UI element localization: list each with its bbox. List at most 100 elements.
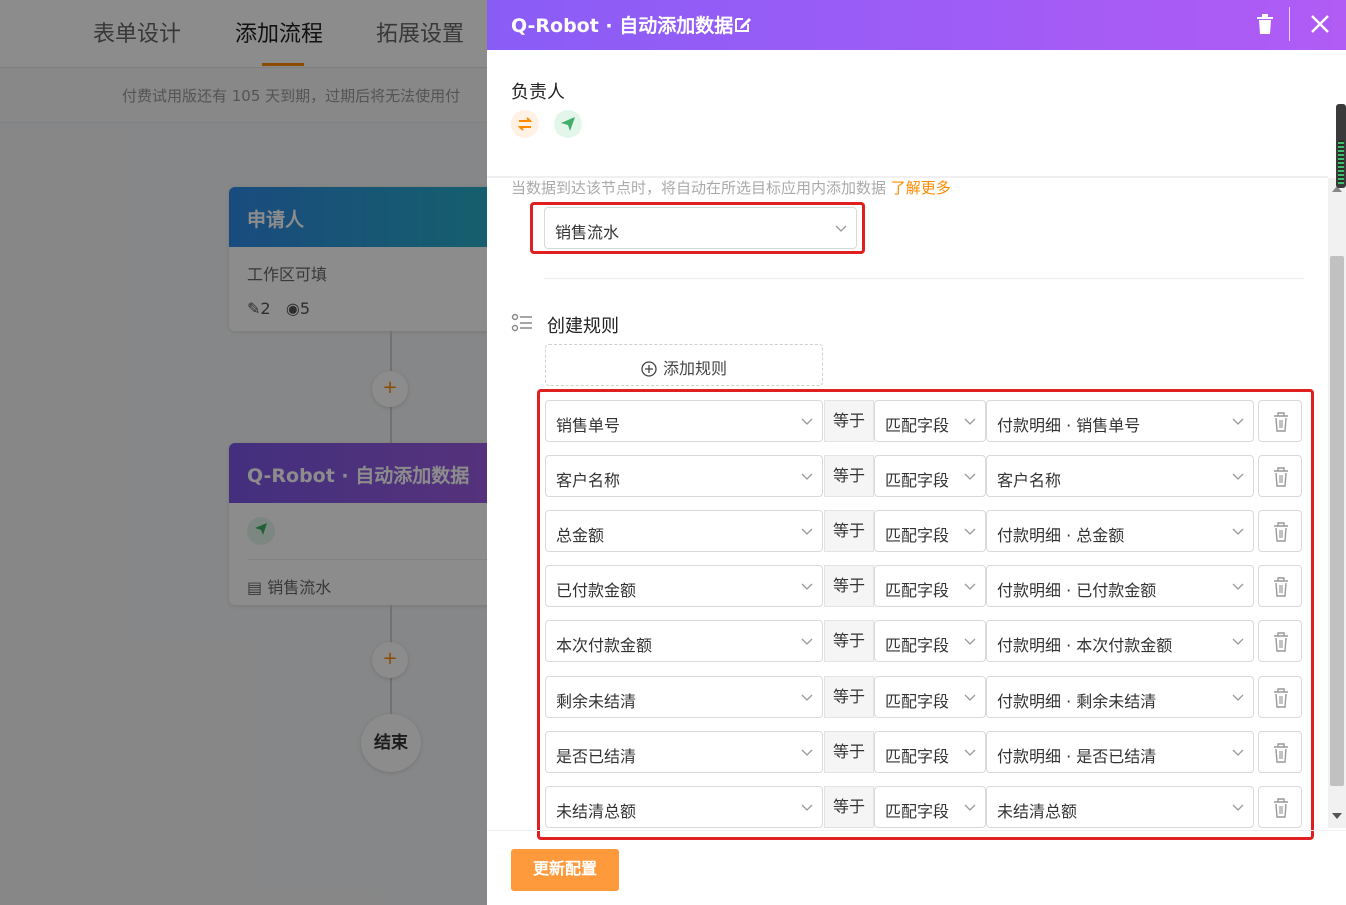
add-rule-label: 添加规则 [662, 359, 727, 378]
rule-type-select[interactable]: 匹配字段 [874, 675, 986, 718]
chevron-down-icon [964, 528, 976, 536]
chevron-down-icon [1232, 418, 1244, 425]
rule-value-select[interactable]: 付款明细 · 本次付款金额 [986, 620, 1254, 663]
robot-description: 当数据到达该节点时，将自动在所选目标应用内添加数据 了解更多 [511, 179, 951, 197]
delete-rule-button[interactable] [1258, 620, 1302, 663]
chevron-down-icon [801, 528, 813, 536]
trash-icon [1274, 522, 1288, 542]
trash-icon[interactable] [1255, 13, 1275, 35]
swap-icon[interactable] [511, 110, 539, 138]
list-icon [511, 313, 532, 332]
rule-type-select[interactable]: 匹配字段 [874, 620, 986, 663]
rule-value-value: 付款明细 · 总金额 [997, 526, 1125, 546]
rule-value-select[interactable]: 未结清总额 [986, 785, 1254, 828]
rule-value-select[interactable]: 付款明细 · 总金额 [986, 510, 1254, 553]
rule-field-value: 本次付款金额 [556, 636, 653, 656]
chevron-down-icon [1232, 528, 1244, 536]
outer-scrollbar-indicator [1338, 140, 1344, 184]
rules-title: 创建规则 [547, 316, 619, 337]
target-app-value: 销售流水 [555, 223, 620, 242]
rule-field-select[interactable]: 销售单号 [545, 400, 823, 442]
rule-field-value: 未结清总额 [556, 801, 637, 821]
rule-operator: 等于 [824, 565, 874, 608]
trash-icon [1274, 742, 1288, 763]
rule-type-select[interactable]: 匹配字段 [874, 730, 986, 773]
learn-more-link[interactable]: 了解更多 [891, 179, 951, 197]
send-icon[interactable] [554, 110, 582, 138]
update-config-button[interactable]: 更新配置 [511, 849, 619, 891]
chevron-down-icon [801, 804, 813, 811]
rule-type-select[interactable]: 匹配字段 [874, 455, 986, 498]
rule-row: 剩余未结清 等于 匹配字段 付款明细 · 剩余未结清 [545, 675, 1302, 718]
chevron-down-icon [964, 804, 976, 811]
delete-rule-button[interactable] [1258, 510, 1302, 553]
rule-value-select[interactable]: 付款明细 · 销售单号 [986, 400, 1254, 442]
close-icon[interactable] [1309, 13, 1331, 35]
chevron-down-icon [1232, 638, 1244, 646]
rule-type-value: 匹配字段 [885, 416, 950, 435]
chevron-down-icon [964, 418, 976, 425]
rule-value-value: 付款明细 · 剩余未结清 [997, 691, 1157, 711]
scroll-down-arrow[interactable] [1332, 813, 1342, 819]
rule-value-value: 付款明细 · 已付款金额 [997, 581, 1157, 601]
delete-rule-button[interactable] [1258, 455, 1302, 498]
delete-rule-button[interactable] [1258, 675, 1302, 718]
trash-icon [1274, 797, 1288, 818]
chevron-down-icon [801, 583, 813, 591]
rule-field-select[interactable]: 本次付款金额 [545, 620, 823, 663]
rule-field-select[interactable]: 是否已结清 [545, 730, 823, 773]
rule-field-select[interactable]: 总金额 [545, 510, 823, 553]
rule-value-select[interactable]: 付款明细 · 已付款金额 [986, 565, 1254, 608]
rule-field-value: 销售单号 [556, 416, 621, 435]
rule-row: 销售单号 等于 匹配字段 付款明细 · 销售单号 [545, 400, 1302, 442]
trash-icon [1274, 412, 1288, 432]
rule-field-select[interactable]: 客户名称 [545, 455, 823, 498]
delete-rule-button[interactable] [1258, 730, 1302, 773]
chevron-down-icon [801, 749, 813, 756]
rule-type-value: 匹配字段 [885, 691, 950, 711]
rule-operator: 等于 [824, 510, 874, 553]
trash-icon [1274, 632, 1288, 653]
chevron-down-icon [1232, 583, 1244, 591]
trash-icon [1274, 577, 1288, 597]
chevron-down-icon [1232, 804, 1244, 811]
rule-row: 本次付款金额 等于 匹配字段 付款明细 · 本次付款金额 [545, 620, 1302, 663]
add-rule-button[interactable]: 添加规则 [545, 344, 823, 386]
scrollbar-thumb[interactable] [1330, 256, 1344, 786]
delete-rule-button[interactable] [1258, 565, 1302, 608]
rule-value-select[interactable]: 客户名称 [986, 455, 1254, 498]
chevron-down-icon [964, 583, 976, 591]
chevron-down-icon [1232, 749, 1244, 756]
rule-field-select[interactable]: 剩余未结清 [545, 675, 823, 718]
robot-config-drawer: Q-Robot · 自动添加数据 负责人 当数据到达该节点时，将自动在所选目标应… [487, 0, 1346, 905]
rule-row: 是否已结清 等于 匹配字段 付款明细 · 是否已结清 [545, 730, 1302, 773]
rule-type-select[interactable]: 匹配字段 [874, 510, 986, 553]
rule-type-select[interactable]: 匹配字段 [874, 400, 986, 442]
rule-type-select[interactable]: 匹配字段 [874, 785, 986, 828]
edit-icon[interactable] [733, 14, 753, 34]
rule-field-select[interactable]: 已付款金额 [545, 565, 823, 608]
rule-type-select[interactable]: 匹配字段 [874, 565, 986, 608]
rule-field-select[interactable]: 未结清总额 [545, 785, 823, 828]
rule-value-value: 客户名称 [997, 471, 1062, 491]
chevron-down-icon [801, 473, 813, 481]
delete-rule-button[interactable] [1258, 785, 1302, 828]
drawer-title: Q-Robot · 自动添加数据 [511, 15, 734, 37]
drawer-header: Q-Robot · 自动添加数据 [487, 0, 1346, 50]
target-app-select[interactable]: 销售流水 [544, 207, 857, 249]
rule-type-value: 匹配字段 [885, 581, 950, 601]
rule-field-value: 已付款金额 [556, 581, 637, 601]
rule-value-select[interactable]: 付款明细 · 是否已结清 [986, 730, 1254, 773]
plus-circle-icon [641, 361, 657, 377]
chevron-down-icon [801, 418, 813, 425]
rule-value-select[interactable]: 付款明细 · 剩余未结清 [986, 675, 1254, 718]
chevron-down-icon [1232, 694, 1244, 701]
rule-row: 总金额 等于 匹配字段 付款明细 · 总金额 [545, 510, 1302, 553]
rule-type-value: 匹配字段 [885, 746, 950, 766]
chevron-down-icon [1232, 473, 1244, 481]
delete-rule-button[interactable] [1258, 400, 1302, 442]
chevron-down-icon [964, 749, 976, 756]
rule-operator: 等于 [824, 785, 874, 828]
trash-icon [1274, 467, 1288, 487]
rule-field-value: 剩余未结清 [556, 691, 637, 711]
